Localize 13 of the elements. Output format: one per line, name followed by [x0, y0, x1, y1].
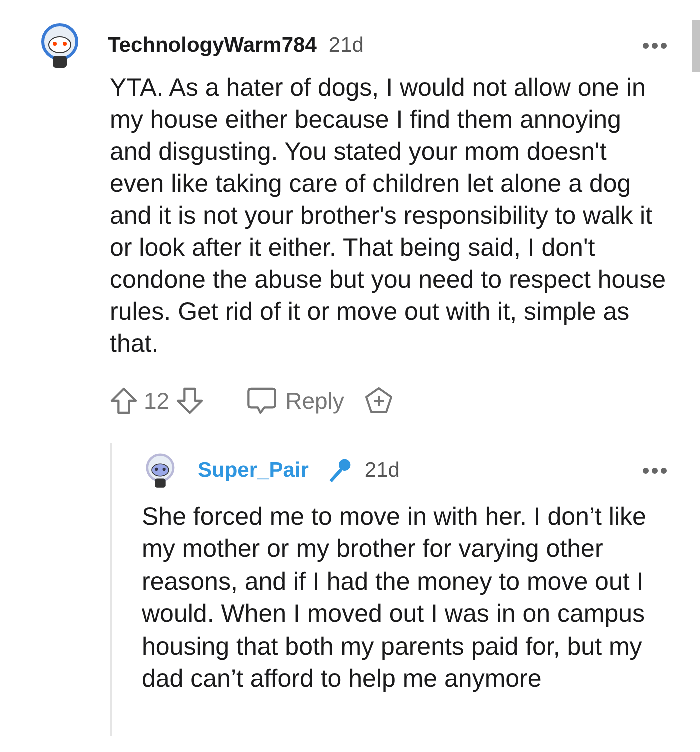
scrollbar [692, 20, 700, 72]
username[interactable]: TechnologyWarm784 [108, 30, 317, 62]
more-options-icon[interactable] [642, 42, 668, 50]
more-options-icon[interactable] [642, 466, 668, 474]
comment-body: YTA. As a hater of dogs, I would not allow one in my house either because I find them annoying and disgusting. You stated your mom doesn't even like taking care of children let alone a dog and it is not your brother's responsibility to walk it or look after it either. That being said, I don't condone the abuse but you need to respect house rules. Get rid of it or move out with it, simple as that. [110, 73, 666, 360]
speech-bubble-icon [246, 386, 278, 416]
award-icon[interactable] [364, 386, 394, 416]
comment-age: 21d [328, 33, 364, 60]
reply-button[interactable]: Reply [246, 384, 344, 418]
comment-age: 21d [364, 458, 400, 484]
vote-count: 12 [144, 387, 170, 416]
username[interactable]: Super_Pair [198, 454, 309, 486]
reply-body: She forced me to move in with her. I don’t like my mother or my brother for varying other reasons, and if I had the money to move out I would. When I moved out I was in on campus housing that both my parents paid for, but my dad can’t afford to help me anymore [142, 502, 647, 695]
